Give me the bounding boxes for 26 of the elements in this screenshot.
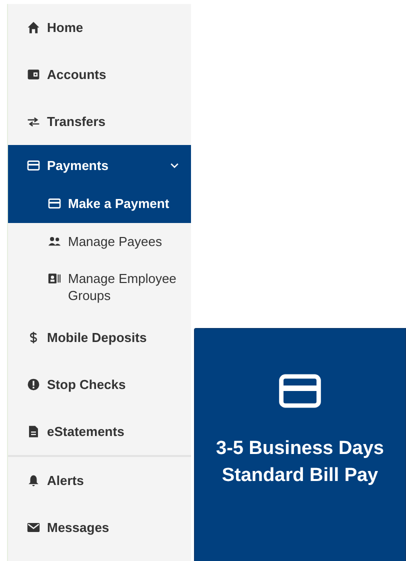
credit-card-icon <box>27 158 40 172</box>
credit-card-icon <box>48 197 61 210</box>
dollar-icon <box>27 331 40 344</box>
nav-item[interactable]: Mobile Deposits <box>8 314 191 361</box>
people-icon <box>48 235 61 248</box>
nav-item[interactable]: eStatements <box>8 408 191 455</box>
payment-option-card[interactable]: 3-5 Business Days Standard Bill Pay <box>194 328 406 561</box>
transfer-arrows-icon <box>27 115 40 128</box>
exclamation-circle-icon <box>27 378 40 391</box>
id-card-icon <box>48 272 61 285</box>
envelope-icon <box>27 521 40 534</box>
nav-subitem[interactable]: Manage Employee Groups <box>8 260 191 314</box>
wallet-icon <box>27 68 40 81</box>
document-icon <box>27 425 40 438</box>
nav-item[interactable]: Home <box>8 4 191 51</box>
nav-item[interactable]: Transfers <box>8 98 191 145</box>
nav-item[interactable]: Payments <box>8 145 191 185</box>
nav-item[interactable]: Alerts <box>8 457 191 504</box>
bell-icon <box>27 474 40 487</box>
nav-item[interactable]: Accounts <box>8 51 191 98</box>
chevron-down-icon <box>170 160 179 170</box>
home-icon <box>27 21 40 34</box>
nav-item[interactable]: Messages <box>8 504 191 551</box>
card-title: 3-5 Business Days Standard Bill Pay <box>215 437 385 488</box>
nav-item[interactable]: Stop Checks <box>8 361 191 408</box>
nav-subitem[interactable]: Manage Payees <box>8 223 191 260</box>
